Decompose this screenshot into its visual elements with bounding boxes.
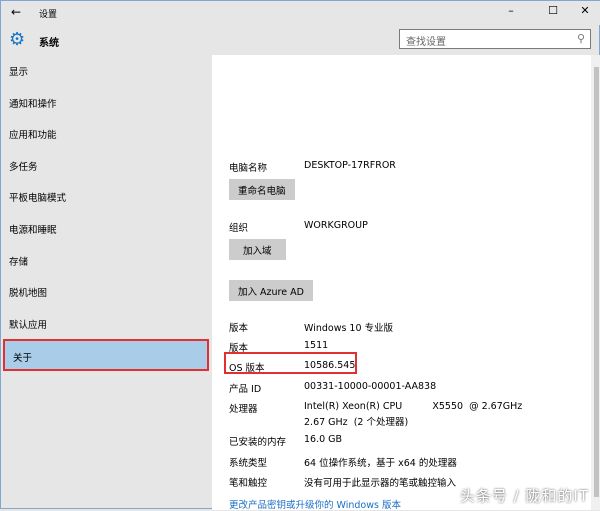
sidebar: 显示 通知和操作 应用和功能 多任务 平板电脑模式 电源和睡眠 存储 脱机地图 … — [1, 55, 211, 510]
maximize-button[interactable]: ☐ — [543, 4, 563, 17]
page-title: 系统 — [39, 38, 59, 49]
label: 电脑名称 — [229, 163, 268, 174]
label: 版本 — [229, 323, 249, 334]
value: WORKGROUP — [304, 220, 368, 231]
label: 已安装的内存 — [229, 437, 287, 448]
watermark: 头条号 / 陇和的IT — [459, 487, 589, 505]
about-panel: 电脑名称 DESKTOP-17RFROR 重命名电脑 组织 WORKGROUP 加入… — [212, 55, 600, 511]
label: 系统类型 — [229, 458, 268, 469]
sidebar-item-multitasking[interactable]: 多任务 — [1, 150, 211, 182]
value: 10586.545 — [304, 360, 356, 371]
search-input[interactable]: 查找设置 ⚲ — [399, 29, 591, 49]
header: ⚙ 系统 查找设置 ⚲ — [1, 25, 600, 55]
label: 组织 — [229, 223, 249, 234]
value: 00331-10000-00001-AA838 — [304, 381, 437, 392]
sidebar-item-default-apps[interactable]: 默认应用 — [1, 308, 211, 340]
label: 笔和触控 — [229, 478, 268, 489]
search-icon[interactable]: ⚲ — [577, 32, 585, 45]
sidebar-item-display[interactable]: 显示 — [1, 55, 211, 87]
value: 64 位操作系统，基于 x64 的处理器 — [304, 458, 457, 469]
sidebar-item-notifications[interactable]: 通知和操作 — [1, 87, 211, 119]
scrollbar-thumb[interactable] — [594, 67, 599, 497]
sidebar-item-apps[interactable]: 应用和功能 — [1, 118, 211, 150]
value: Intel(R) Xeon(R) CPU X5550 @ 2.67GHz — [304, 401, 523, 412]
value: DESKTOP-17RFROR — [304, 160, 396, 171]
minimize-button[interactable]: – — [501, 4, 521, 17]
label: 处理器 — [229, 404, 258, 415]
sidebar-item-storage[interactable]: 存储 — [1, 245, 211, 277]
sidebar-item-tablet-mode[interactable]: 平板电脑模式 — [1, 181, 211, 213]
label: 产品 ID — [229, 384, 262, 395]
label: OS 版本 — [229, 363, 265, 374]
value-2: 2.67 GHz (2 个处理器) — [304, 417, 409, 428]
join-domain-button[interactable]: 加入域 — [229, 239, 286, 260]
search-placeholder: 查找设置 — [406, 37, 446, 48]
value: 没有可用于此显示器的笔或触控输入 — [304, 478, 457, 489]
close-button[interactable]: ✕ — [575, 4, 595, 17]
sidebar-item-offline-maps[interactable]: 脱机地图 — [1, 276, 211, 308]
gear-icon: ⚙ — [9, 29, 26, 50]
value: 16.0 GB — [304, 434, 343, 445]
title-bar: ← 设置 – ☐ ✕ — [1, 1, 600, 25]
sidebar-item-power[interactable]: 电源和睡眠 — [1, 213, 211, 245]
join-azure-ad-button[interactable]: 加入 Azure AD — [229, 280, 313, 301]
sidebar-item-about[interactable]: 关于 — [3, 339, 209, 371]
back-arrow-icon[interactable]: ← — [11, 5, 21, 19]
rename-pc-button[interactable]: 重命名电脑 — [229, 179, 295, 200]
window-title: 设置 — [39, 10, 58, 20]
scrollbar[interactable] — [591, 55, 600, 510]
value: Windows 10 专业版 — [304, 323, 394, 334]
value: 1511 — [304, 340, 329, 351]
